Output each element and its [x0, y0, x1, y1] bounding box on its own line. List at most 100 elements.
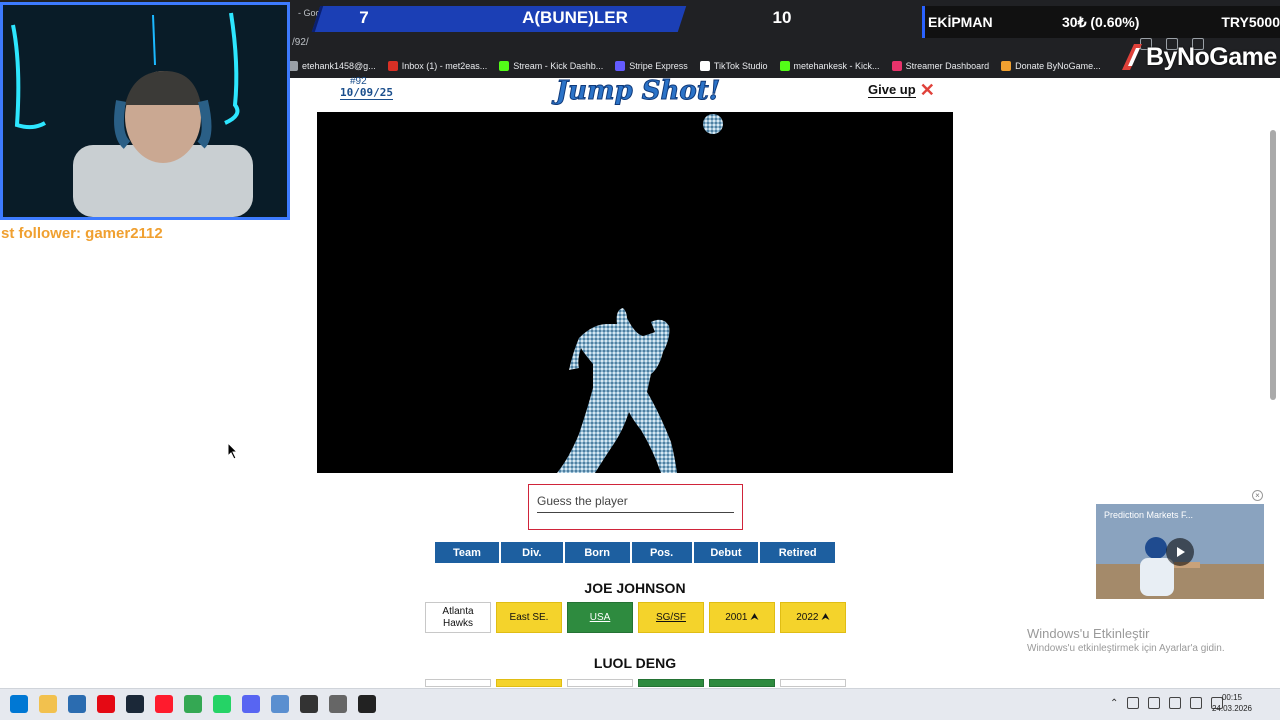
network-icon[interactable]: [1169, 697, 1182, 709]
microphone-icon[interactable]: [1127, 697, 1140, 709]
settings-icon[interactable]: [329, 695, 347, 713]
guess-cell-debut: [709, 679, 775, 687]
guess-player-name: LUOL DENG: [593, 655, 677, 671]
tiktok-icon: [699, 61, 710, 71]
guess-player-name: JOE JOHNSON: [584, 580, 686, 596]
discord-icon[interactable]: [242, 695, 260, 713]
kick-icon: [499, 61, 510, 71]
bookmark-item[interactable]: Inbox (1) - met2eas...: [387, 61, 488, 71]
ad-close-icon[interactable]: ×: [1252, 490, 1263, 501]
bookmark-item[interactable]: Donate ByNoGame...: [1001, 61, 1101, 71]
game-launcher-icon[interactable]: [300, 695, 318, 713]
guess-box: [528, 484, 743, 530]
gmail-icon: [387, 61, 398, 71]
bynogame-logo-icon: [1122, 44, 1142, 70]
arrow-up-icon: ⮝: [750, 611, 759, 623]
column-header-division: Div.: [500, 542, 563, 563]
player-silhouette-canvas: [317, 112, 953, 473]
page-scrollbar[interactable]: [1270, 130, 1276, 400]
bookmark-item[interactable]: TikTok Studio: [699, 61, 768, 71]
column-headers: Team Div. Born Pos. Debut Retired: [435, 542, 836, 563]
bookmark-label: TikTok Studio: [713, 61, 768, 71]
guess-cell-division: East SE.: [496, 602, 562, 633]
guess-cell-value: USA: [589, 611, 611, 623]
bookmark-label: Stream - Kick Dashb...: [513, 61, 604, 71]
bynogame-logo: ByNoGame: [1120, 42, 1277, 72]
play-icon[interactable]: [1166, 538, 1194, 566]
score-left: 7: [359, 8, 369, 27]
bookmarks-bar: etehank1458@g... Inbox (1) - met2eas... St…: [288, 56, 1101, 76]
column-header-position: Pos.: [631, 542, 692, 563]
video-ad[interactable]: Prediction Markets F...: [1096, 504, 1264, 599]
equipment-amount: TRY5000: [1221, 14, 1280, 30]
guess-cell-position: [638, 679, 704, 687]
bookmark-item[interactable]: Stream - Kick Dashb...: [499, 61, 603, 71]
guess-cell-value: East SE.: [509, 611, 549, 623]
chrome-icon[interactable]: [184, 695, 202, 713]
score-right: 10: [772, 8, 792, 27]
column-header-team: Team: [435, 542, 499, 563]
record-app-icon[interactable]: [358, 695, 376, 713]
kick-icon: [779, 61, 790, 71]
latest-follower-text: st follower: gamer2112: [1, 225, 163, 242]
game-title: Jump Shot!: [555, 76, 721, 107]
bookmark-item[interactable]: metehankesk - Kick...: [779, 61, 880, 71]
video-title: Prediction Markets F...: [1104, 510, 1194, 520]
whatsapp-icon[interactable]: [213, 695, 231, 713]
webcam-image: [3, 5, 287, 217]
guess-cell-team: Atlanta Hawks: [425, 602, 491, 633]
column-header-debut: Debut: [693, 542, 759, 563]
player-silhouette: [557, 114, 723, 473]
windows-activation-subtitle: Windows'u etkinleştirmek için Ayarlar'a …: [1027, 643, 1225, 654]
bookmark-item[interactable]: Streamer Dashboard: [891, 61, 990, 71]
guess-cell-retired: 2022 ⮝: [780, 602, 846, 633]
windows-start-icon[interactable]: [10, 695, 28, 713]
keyboard-icon[interactable]: [1148, 697, 1161, 709]
stripe-icon: [615, 61, 626, 71]
bookmark-label: Streamer Dashboard: [905, 61, 990, 71]
bookmark-label: etehank1458@g...: [302, 61, 376, 71]
guess-cell-debut: 2001 ⮝: [709, 602, 775, 633]
dashboard-icon: [891, 61, 902, 71]
guess-cell-division: [496, 679, 562, 687]
guess-cell-born: USA: [567, 602, 633, 633]
bookmark-item[interactable]: etehank1458@g...: [288, 61, 376, 71]
game-date[interactable]: 10/09/25: [340, 86, 393, 100]
taskbar: ⌃: [0, 688, 1280, 720]
store-icon[interactable]: [68, 695, 86, 713]
guess-cell-retired: [780, 679, 846, 687]
taskbar-apps: [10, 695, 376, 713]
bookmark-label: Inbox (1) - met2eas...: [401, 61, 488, 71]
basketball-icon: [703, 114, 723, 134]
netflix-icon[interactable]: [97, 695, 115, 713]
bookmark-label: Donate ByNoGame...: [1015, 61, 1101, 71]
guess-input[interactable]: [537, 489, 734, 513]
close-x-icon: ✕: [919, 80, 935, 100]
give-up-label: Give up: [868, 82, 916, 98]
column-header-born: Born: [564, 542, 630, 563]
bookmark-label: Stripe Express: [629, 61, 688, 71]
guess-cell-team: [425, 679, 491, 687]
guess-cell-born: [567, 679, 633, 687]
give-up-button[interactable]: Give up ✕: [868, 80, 935, 100]
arrow-up-icon: ⮝: [821, 611, 830, 623]
steam-icon[interactable]: [126, 695, 144, 713]
bookmark-item[interactable]: Stripe Express: [615, 61, 688, 71]
guess-cell-value: SG/SF: [655, 611, 686, 623]
guess-row: Atlanta Hawks East SE. USA SG/SF 2001 ⮝ …: [425, 602, 846, 633]
opera-icon[interactable]: [155, 695, 173, 713]
file-explorer-icon[interactable]: [39, 695, 57, 713]
team-name: A(BUNE)LER: [522, 8, 628, 27]
bookmark-label: metehankesk - Kick...: [793, 61, 880, 71]
guess-cell-position: SG/SF: [638, 602, 704, 633]
equipment-label: EKİPMAN: [928, 14, 993, 30]
column-header-retired: Retired: [760, 542, 836, 563]
network-app-icon[interactable]: [271, 695, 289, 713]
logo-text: ByNoGame: [1146, 42, 1277, 71]
guess-cell-value: 2022: [796, 611, 819, 623]
wifi-icon[interactable]: [1190, 697, 1203, 709]
taskbar-clock[interactable]: 00:15 24.03.2026: [1205, 692, 1259, 714]
clock-time: 00:15: [1221, 693, 1243, 702]
chevron-up-icon[interactable]: ⌃: [1110, 698, 1118, 709]
bynogame-icon: [1001, 61, 1012, 71]
